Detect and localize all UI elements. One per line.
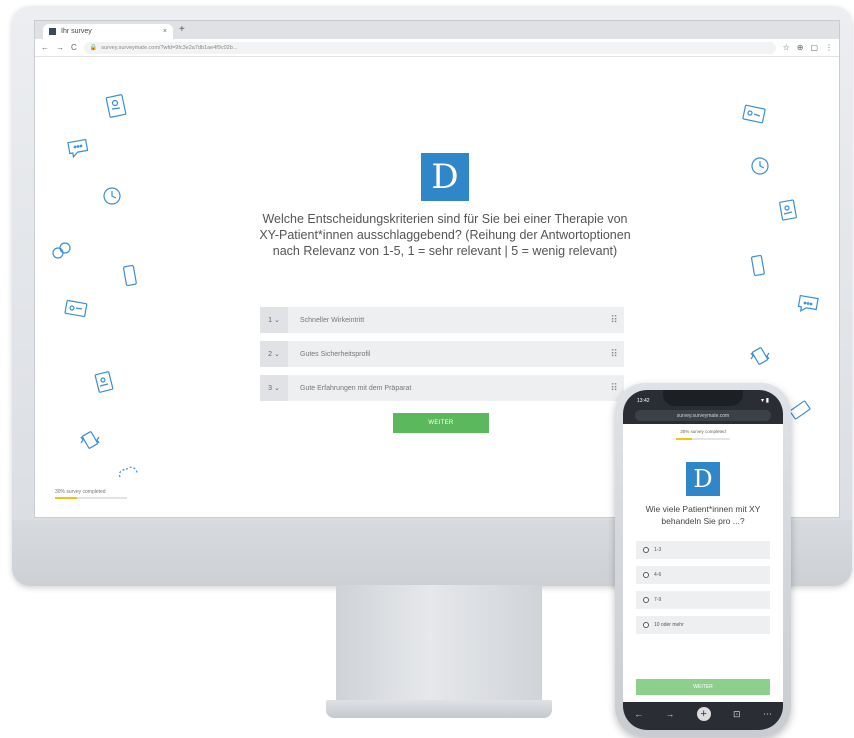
- pills-icon: [49, 237, 75, 263]
- answer-option-label: 7-9: [654, 597, 662, 603]
- radio-button[interactable]: [643, 547, 649, 553]
- ranking-item[interactable]: 2 ⌄ Gutes Sicherheitsprofil ⠿: [260, 341, 624, 367]
- cloud-icon: [115, 459, 141, 485]
- menu-icon[interactable]: ⋯: [763, 709, 772, 720]
- lock-icon: 🔒: [89, 45, 98, 51]
- phone-answer-options: 1-3 4-6 7-9 10 oder mehr: [636, 541, 770, 634]
- radio-button[interactable]: [643, 597, 649, 603]
- phone-notch: [663, 390, 743, 406]
- back-icon[interactable]: ←: [634, 709, 643, 719]
- answer-option[interactable]: 7-9: [636, 591, 770, 609]
- ranking-item[interactable]: 1 ⌄ Schneller Wirkeintritt ⠿: [260, 307, 624, 333]
- survey-question: Welche Entscheidungskriterien sind für S…: [259, 212, 631, 258]
- ranking-list: 1 ⌄ Schneller Wirkeintritt ⠿ 2 ⌄ Gutes S…: [260, 307, 624, 409]
- progress-bar-fill: [55, 497, 77, 499]
- rank-select[interactable]: 3 ⌄: [260, 375, 288, 401]
- monitor-stand: [336, 585, 542, 703]
- url-text: survey.surveymate.com/?wfd=9fc3e2a7db1ae…: [101, 44, 238, 51]
- favicon-icon: [49, 28, 56, 35]
- forward-icon[interactable]: →: [56, 43, 64, 52]
- back-icon[interactable]: ←: [41, 43, 49, 52]
- answer-option-label: 4-6: [654, 572, 662, 578]
- window-icon[interactable]: ▢: [810, 43, 818, 52]
- phone-progress-bar-fill: [676, 438, 693, 440]
- signal-battery-icon: ▾ ▮: [761, 398, 769, 404]
- next-button[interactable]: WEITER: [393, 413, 489, 433]
- new-tab-icon[interactable]: +: [179, 24, 185, 35]
- phone-next-button[interactable]: WEITER: [636, 679, 770, 695]
- answer-option[interactable]: 4-6: [636, 566, 770, 584]
- phone-brand-logo: D: [686, 462, 720, 496]
- tab-title: Ihr survey: [61, 28, 92, 35]
- answer-option[interactable]: 1-3: [636, 541, 770, 559]
- extension-icon[interactable]: ⊕: [797, 43, 804, 52]
- tabs-icon[interactable]: ⊡: [733, 709, 741, 720]
- tablet-vibrate-icon: [747, 343, 773, 369]
- id-card-icon: [63, 295, 89, 321]
- drag-handle-icon[interactable]: ⠿: [604, 315, 624, 326]
- menu-icon[interactable]: ⋮: [825, 43, 833, 52]
- ranking-item-label: Schneller Wirkeintritt: [300, 316, 365, 324]
- ranking-item-label: Gutes Sicherheitsprofil: [300, 350, 371, 358]
- ranking-item[interactable]: 3 ⌄ Gute Erfahrungen mit dem Präparat ⠿: [260, 375, 624, 401]
- radio-button[interactable]: [643, 622, 649, 628]
- phone-progress-bar: [676, 438, 730, 440]
- new-tab-icon[interactable]: +: [696, 707, 711, 721]
- phone-progress-label: 30% survey completed: [680, 429, 726, 434]
- forward-icon[interactable]: →: [665, 709, 674, 719]
- browser-tab[interactable]: Ihr survey ×: [43, 24, 173, 39]
- answer-option-label: 1-3: [654, 547, 662, 553]
- phone-url-field[interactable]: survey.surveymate.com: [635, 410, 771, 421]
- tablet-vibrate-icon: [77, 427, 103, 453]
- url-field[interactable]: 🔒 survey.surveymate.com/?wfd=9fc3e2a7db1…: [83, 41, 776, 54]
- ranking-item-label: Gute Erfahrungen mit dem Präparat: [300, 384, 412, 392]
- answer-option-label: 10 oder mehr: [654, 622, 684, 628]
- phone-icon: [117, 263, 143, 289]
- radio-button[interactable]: [643, 572, 649, 578]
- browser-tabbar: Ihr survey × +: [35, 21, 839, 39]
- rank-select[interactable]: 2 ⌄: [260, 341, 288, 367]
- phone-screen: 13:42 ▾ ▮ survey.surveymate.com 30% surv…: [623, 390, 783, 730]
- chat-icon: [65, 135, 91, 161]
- document-icon: [775, 197, 801, 223]
- brand-logo: D: [421, 153, 469, 201]
- bookmark-icon[interactable]: ☆: [783, 43, 790, 52]
- clock-icon: [99, 183, 125, 209]
- id-card-icon: [103, 93, 129, 119]
- monitor-stand-base: [326, 700, 552, 718]
- phone-icon: [745, 253, 771, 279]
- progress-bar: [55, 497, 127, 499]
- chat-icon: [795, 291, 821, 317]
- document-icon: [91, 369, 117, 395]
- answer-option[interactable]: 10 oder mehr: [636, 616, 770, 634]
- phone-survey-question: Wie viele Patient*innen mit XY behandeln…: [645, 504, 761, 526]
- reload-icon[interactable]: C: [71, 43, 77, 52]
- progress-label: 30% survey completed: [55, 489, 106, 495]
- clock-icon: [747, 153, 773, 179]
- browser-address-bar: ← → C 🔒 survey.surveymate.com/?wfd=9fc3e…: [35, 39, 839, 57]
- mobile-phone: 13:42 ▾ ▮ survey.surveymate.com 30% surv…: [615, 383, 791, 737]
- rank-select[interactable]: 1 ⌄: [260, 307, 288, 333]
- phone-browser-nav: ← → + ⊡ ⋯: [623, 702, 783, 730]
- status-time: 13:42: [637, 398, 650, 404]
- id-card-icon: [741, 101, 767, 127]
- close-tab-icon[interactable]: ×: [163, 28, 167, 35]
- drag-handle-icon[interactable]: ⠿: [604, 349, 624, 360]
- drag-handle-icon[interactable]: ⠿: [604, 383, 624, 394]
